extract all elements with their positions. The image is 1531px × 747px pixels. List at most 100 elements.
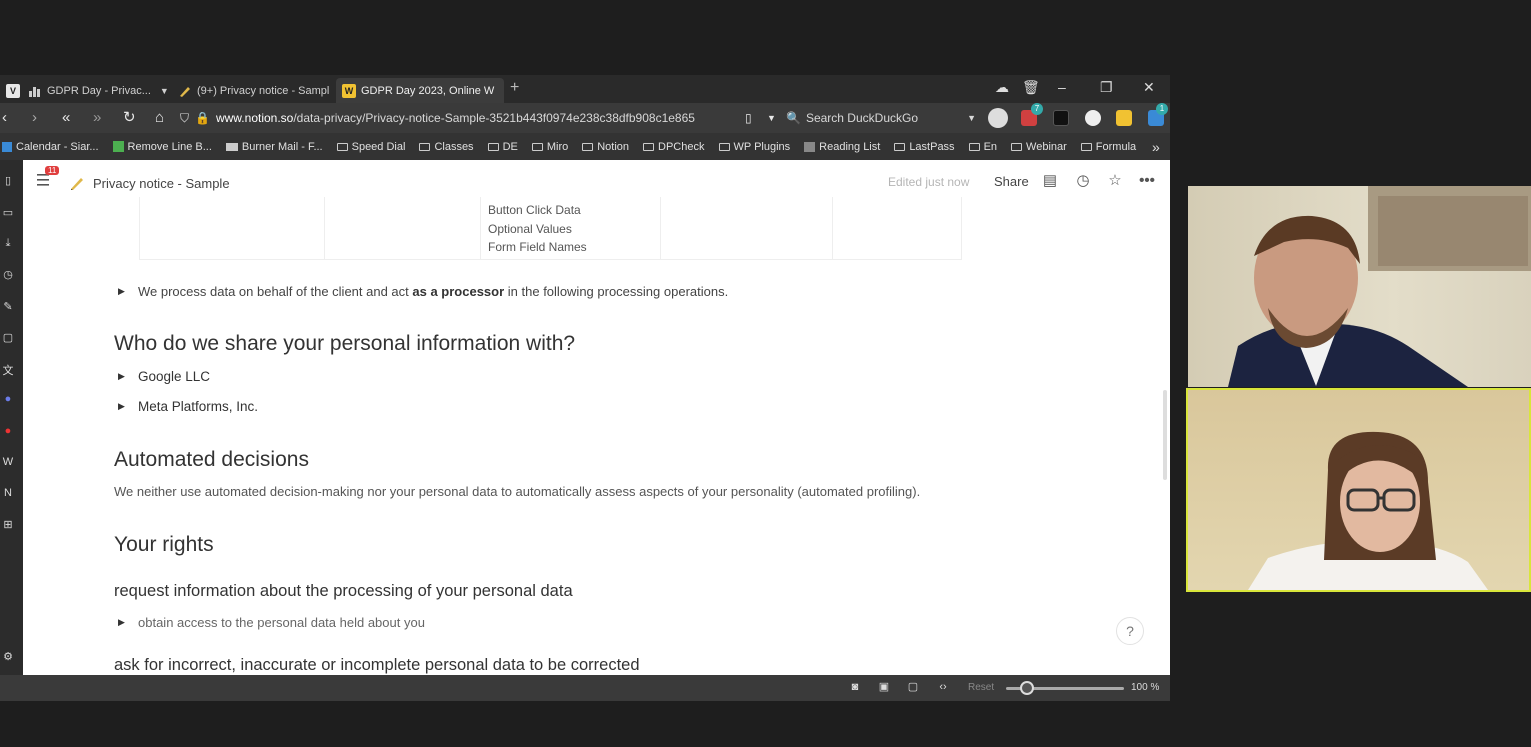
cloud-icon[interactable]: ☁: [995, 79, 1009, 96]
bookmark-item[interactable]: En: [968, 141, 997, 153]
minimize-icon[interactable]: –: [1058, 79, 1066, 95]
bookmark-item[interactable]: DPCheck: [643, 141, 705, 153]
w-extension-icon[interactable]: [1116, 110, 1132, 126]
tab-gdpr-day-online[interactable]: W GDPR Day 2023, Online W: [336, 78, 504, 103]
capture-icon[interactable]: ◙: [848, 681, 862, 693]
breadcrumb[interactable]: Privacy notice - Sample: [69, 175, 230, 191]
folder-icon: [1080, 142, 1092, 151]
notification-badge: 11: [45, 166, 60, 175]
folder-icon: [718, 142, 730, 151]
profile-avatar-icon[interactable]: [988, 108, 1008, 128]
bookmark-item[interactable]: LastPass: [894, 141, 955, 153]
folder-icon: [531, 142, 543, 151]
restore-icon[interactable]: ❐: [1100, 79, 1113, 96]
sidebar-menu-icon[interactable]: [37, 173, 55, 187]
settings-icon[interactable]: ⚙: [1, 650, 15, 664]
bookmarks-panel-icon[interactable]: ▯: [1, 174, 15, 188]
search-placeholder: Search DuckDuckGo: [805, 111, 918, 125]
fast-forward-icon[interactable]: »: [93, 108, 101, 128]
bookmark-item[interactable]: Remove Line B...: [112, 140, 212, 153]
history-icon[interactable]: ◷: [1074, 172, 1092, 190]
forward-icon[interactable]: ›: [32, 108, 37, 128]
notion-panel-icon[interactable]: N: [1, 487, 15, 501]
star-icon[interactable]: ☆: [1106, 172, 1124, 190]
bookmark-label: Calendar - Siar...: [16, 140, 99, 153]
bookmark-label: Remove Line B...: [127, 140, 212, 153]
processor-text-bold: as a processor: [412, 284, 505, 299]
toggle-item-access[interactable]: ▶ obtain access to the personal data hel…: [118, 615, 425, 630]
bookmark-item[interactable]: Notion: [582, 141, 629, 153]
lock-icon[interactable]: 🔒: [195, 111, 210, 125]
folder-icon: [894, 142, 906, 151]
bookmark-item[interactable]: Calendar - Siar...: [2, 141, 99, 153]
mastodon-panel-icon[interactable]: ●: [1, 393, 15, 407]
code-icon[interactable]: ‹›: [936, 681, 950, 693]
image-icon[interactable]: ▣: [877, 681, 891, 693]
toggle-triangle-icon[interactable]: ▶: [118, 286, 126, 297]
bookmark-item[interactable]: Reading List: [804, 141, 880, 153]
speed-dial-icon: [336, 142, 348, 151]
more-bookmarks-button[interactable]: »: [1152, 139, 1160, 155]
share-button[interactable]: Share: [994, 174, 1029, 189]
close-icon[interactable]: ✕: [1143, 79, 1155, 96]
mail-icon: [225, 142, 238, 151]
participant-2-image: [1248, 431, 1488, 590]
scrollbar[interactable]: [1163, 390, 1167, 480]
bookmark-item[interactable]: Burner Mail - F...: [225, 141, 323, 153]
bookmark-item[interactable]: Webinar: [1011, 141, 1067, 153]
tab-gdpr-day[interactable]: GDPR Day - Privac... ▼: [22, 78, 168, 103]
table-column-divider: [480, 197, 481, 260]
blocker-extension-icon[interactable]: [1085, 110, 1101, 126]
bookmark-item[interactable]: DE: [487, 141, 518, 153]
wikipedia-panel-icon[interactable]: W: [1, 456, 15, 470]
window-panel-icon[interactable]: ▢: [1, 331, 15, 345]
chevron-down-icon[interactable]: ▼: [767, 108, 776, 128]
zoom-slider-knob[interactable]: [1020, 681, 1034, 695]
participant-video-1: [1188, 186, 1531, 387]
bookmark-item[interactable]: Miro: [531, 141, 568, 153]
toggle-triangle-icon[interactable]: ▶: [118, 617, 126, 628]
chevron-down-icon[interactable]: ▼: [160, 86, 168, 96]
bookmark-item[interactable]: Classes: [419, 141, 474, 153]
rewind-icon[interactable]: «: [62, 108, 70, 128]
reload-icon[interactable]: ↻: [123, 108, 136, 128]
new-tab-button[interactable]: +: [510, 79, 519, 97]
processor-text-before: We process data on behalf of the client …: [138, 284, 413, 299]
toggle-item-meta[interactable]: ▶ Meta Platforms, Inc.: [118, 399, 258, 414]
address-bar[interactable]: ⛉ 🔒 www.notion.so/data-privacy/Privacy-n…: [180, 107, 780, 129]
notes-panel-icon[interactable]: ✎: [1, 300, 15, 314]
home-icon[interactable]: ⌂: [155, 108, 164, 128]
shield-icon[interactable]: ⛉: [180, 111, 189, 126]
back-icon[interactable]: ‹: [2, 108, 7, 128]
bookmark-item[interactable]: WP Plugins: [718, 141, 790, 153]
translate-panel-icon[interactable]: 文: [1, 362, 15, 377]
rights-subheading-2: ask for incorrect, inaccurate or incompl…: [114, 656, 640, 674]
help-button[interactable]: ?: [1116, 617, 1144, 645]
search-field[interactable]: 🔍 Search DuckDuckGo ▼: [786, 107, 976, 129]
page-title: Privacy notice - Sample: [93, 175, 230, 191]
history-panel-icon[interactable]: ◷: [1, 268, 15, 282]
comment-icon[interactable]: ▤: [1041, 172, 1059, 190]
chevron-down-icon[interactable]: ▼: [967, 113, 976, 123]
table-column-divider: [324, 197, 325, 260]
processor-toggle[interactable]: ▶ We process data on behalf of the clien…: [118, 284, 728, 299]
tab-privacy-notice[interactable]: (9+) Privacy notice - Sampl: [172, 78, 332, 103]
camera-extension-icon[interactable]: [1053, 110, 1069, 126]
url-host: www.notion.so: [215, 111, 294, 125]
downloads-panel-icon[interactable]: ⤓: [1, 237, 15, 251]
trash-icon[interactable]: 🗑: [1022, 79, 1040, 96]
add-panel-icon[interactable]: ⊞: [1, 518, 15, 532]
bookmark-item[interactable]: Formula: [1080, 141, 1136, 153]
toggle-item-google[interactable]: ▶ Google LLC: [118, 369, 210, 384]
reading-list-panel-icon[interactable]: ▭: [1, 206, 15, 220]
vivaldi-panel-icon[interactable]: ●: [1, 425, 15, 439]
data-table: Button Click Data Optional Values Form F…: [139, 197, 962, 260]
bookmark-item[interactable]: Speed Dial: [336, 141, 405, 153]
toggle-triangle-icon[interactable]: ▶: [118, 371, 126, 382]
toggle-triangle-icon[interactable]: ▶: [118, 401, 126, 412]
tiling-icon[interactable]: ▢: [906, 681, 920, 693]
tab-label: GDPR Day 2023, Online W: [361, 84, 495, 97]
bookmark-icon[interactable]: ▯: [745, 108, 752, 128]
more-options-icon[interactable]: •••: [1138, 172, 1156, 190]
zoom-reset-button[interactable]: Reset: [968, 682, 994, 693]
